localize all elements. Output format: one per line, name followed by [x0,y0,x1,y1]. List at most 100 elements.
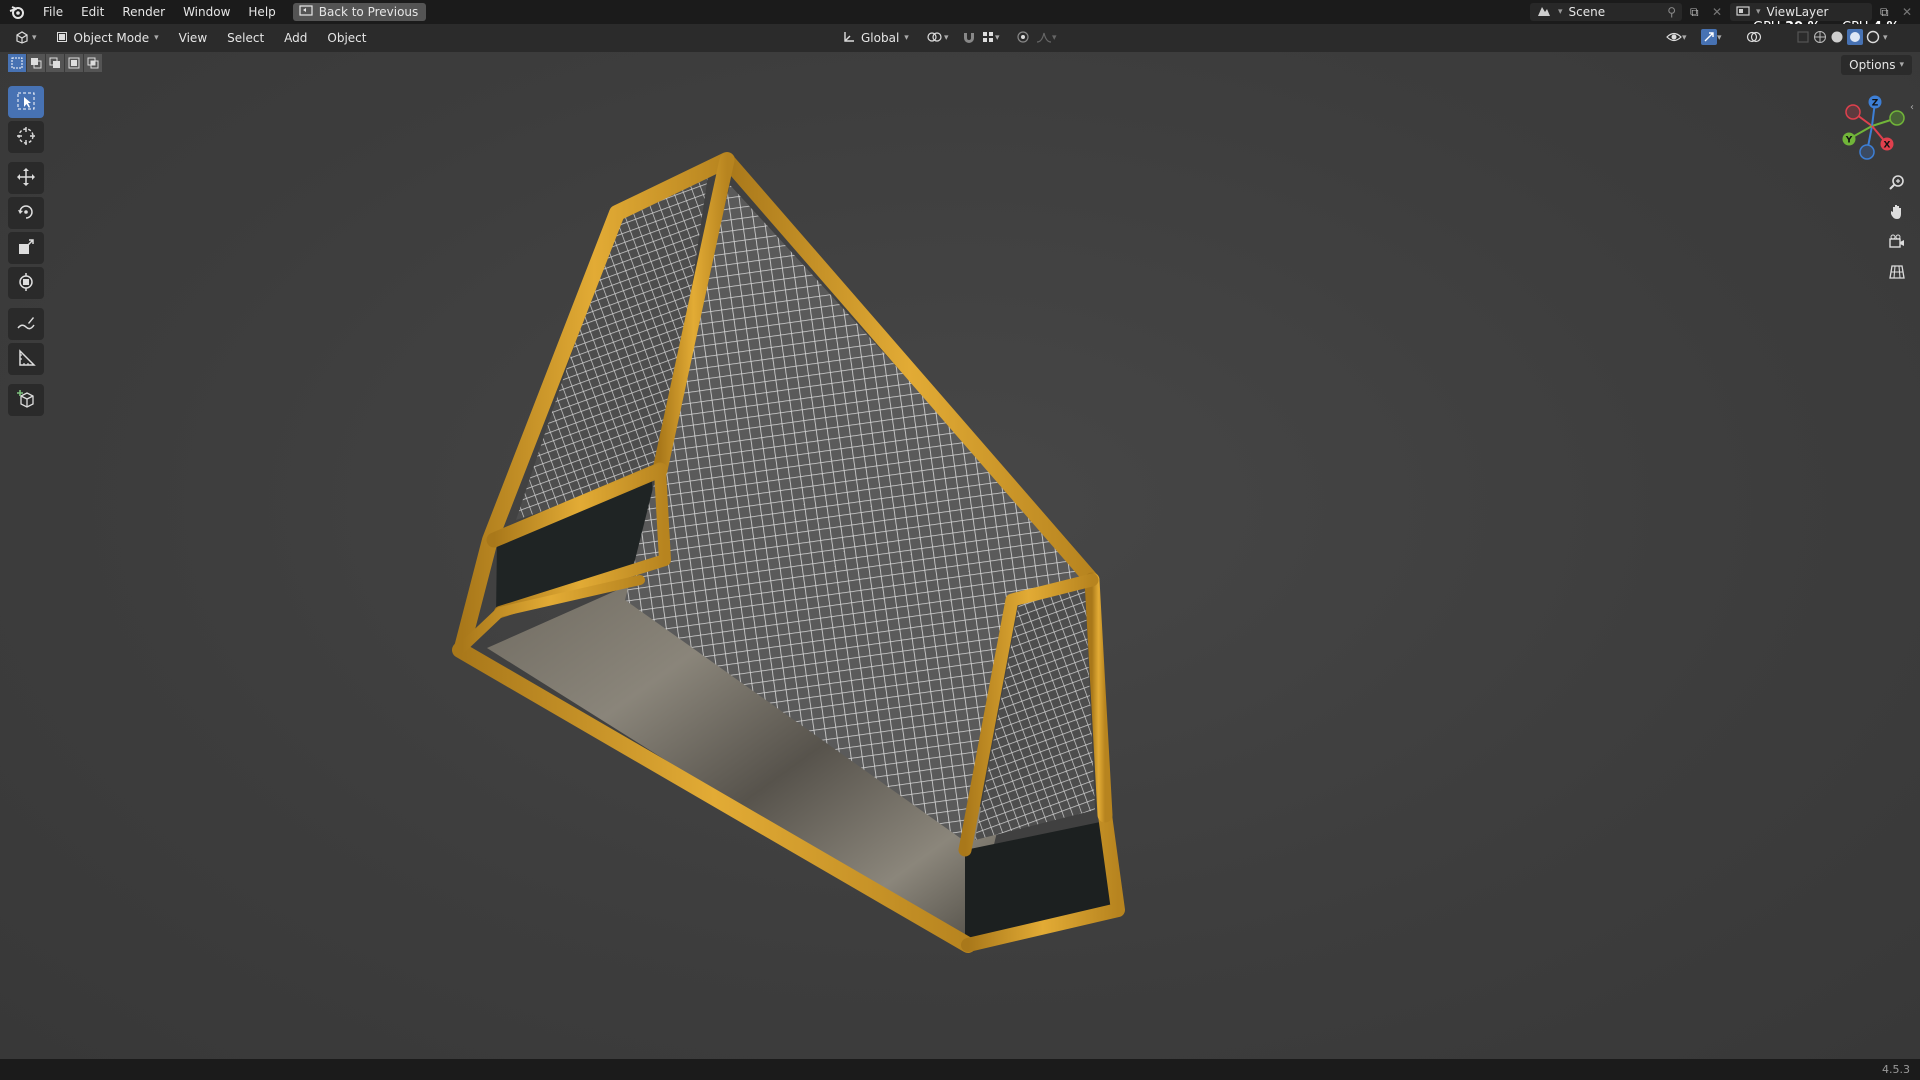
wireframe-shading-icon[interactable] [1813,30,1827,47]
gizmo-toggle[interactable]: ▾ [1695,28,1728,48]
select-box-icon [16,91,36,114]
overlays-toggle[interactable] [1740,28,1768,48]
gizmo-dropdown-icon: ▾ [1717,33,1722,43]
menu-add[interactable]: Add [278,28,313,48]
editor-type-button[interactable]: ▾ [8,28,43,48]
menu-select[interactable]: Select [221,28,270,48]
pin-icon[interactable]: ⚲ [1667,5,1676,19]
annotate-tool[interactable] [8,308,44,340]
menu-render[interactable]: Render [113,0,174,24]
view-layer-icon [1736,5,1750,20]
menu-window[interactable]: Window [174,0,239,24]
pivot-icon [926,30,944,47]
3d-viewport[interactable] [0,52,1920,1059]
pivot-dropdown-icon: ▾ [944,33,949,43]
rotate-icon [16,202,36,225]
top-menu-bar: File Edit Render Window Help Back to Pre… [0,0,1920,24]
visibility-dropdown-icon: ▾ [1682,33,1687,43]
new-view-layer-icon[interactable]: ⧉ [1880,5,1902,20]
delete-view-layer-icon[interactable]: ✕ [1902,5,1920,19]
gizmo-icon [1701,28,1717,48]
options-dropdown-icon: ▾ [1899,60,1904,70]
pivot-point-selector[interactable]: ▾ [920,28,955,48]
pan-button[interactable] [1884,200,1910,226]
3d-viewport-icon [14,30,32,47]
xray-icon[interactable] [1796,30,1810,47]
back-to-previous-button[interactable]: Back to Previous [292,3,427,21]
orientation-axes-icon [842,30,856,47]
rendered-shading-icon[interactable] [1866,30,1880,47]
falloff-dropdown-icon: ▾ [1052,33,1057,43]
shading-modes: ▾ [1790,28,1894,48]
back-to-previous-label: Back to Previous [318,5,419,19]
soccer-goal-model[interactable] [0,52,1920,1059]
cursor-tool[interactable] [8,121,44,153]
material-preview-icon[interactable] [1847,28,1863,48]
visibility-selector[interactable]: ▾ [1660,28,1693,48]
scene-name: Scene [1568,5,1606,19]
proportional-editing-icon [1016,30,1030,47]
menu-view[interactable]: View [173,28,213,48]
select-extend-icon[interactable] [27,54,45,72]
measure-tool[interactable] [8,343,44,375]
viewport-header: ▾ Object Mode ▾ View Select Add Object G… [0,24,1920,52]
select-new-icon[interactable] [8,54,26,72]
select-box-tool[interactable] [8,86,44,118]
shading-dropdown-icon[interactable]: ▾ [1883,33,1888,43]
options-dropdown[interactable]: Options ▾ [1841,55,1912,75]
overlays-icon [1746,30,1762,47]
camera-icon [1888,233,1906,254]
scene-selector[interactable]: ▾ Scene ⚲ [1530,3,1682,21]
zoom-button[interactable] [1884,170,1910,196]
eye-icon [1666,30,1682,47]
move-tool[interactable] [8,162,44,194]
hand-icon [1888,203,1906,224]
transform-tool[interactable] [8,267,44,299]
select-intersect-icon[interactable] [84,54,102,72]
status-bar: 4.5.3 [0,1059,1920,1080]
navigation-gizmo[interactable]: Z Y X [1832,92,1912,172]
version-label: 4.5.3 [1882,1063,1910,1076]
selection-mode-buttons [8,54,102,74]
falloff-selector[interactable]: ▾ [1030,28,1063,48]
menu-help[interactable]: Help [239,0,284,24]
add-cube-tool[interactable] [8,384,44,416]
camera-view-button[interactable] [1884,230,1910,256]
view-layer-selector[interactable]: ▾ ViewLayer [1730,3,1872,21]
view-layer-name: ViewLayer [1766,5,1829,19]
mode-selector[interactable]: Object Mode ▾ [48,28,165,48]
menu-file[interactable]: File [34,0,72,24]
solid-shading-icon[interactable] [1830,30,1844,47]
scale-icon [16,237,36,260]
zoom-magnifier-icon [1888,173,1906,194]
mode-dropdown-icon: ▾ [154,33,159,43]
grid-perspective-icon [1888,263,1906,284]
scale-tool[interactable] [8,232,44,264]
delete-scene-icon[interactable]: ✕ [1712,5,1730,19]
svg-text:X: X [1884,141,1891,151]
select-subtract-icon[interactable] [46,54,64,72]
collapse-sidebar-icon[interactable]: ‹ [1910,102,1914,113]
view-layer-dropdown-icon: ▾ [1756,7,1761,17]
transform-orientation-selector[interactable]: Global ▾ [836,28,915,48]
scene-dropdown-icon: ▾ [1558,7,1563,17]
snap-dropdown-icon: ▾ [995,33,1000,43]
cursor-icon [16,126,36,149]
orientation-label: Global [861,31,900,45]
menu-object[interactable]: Object [321,28,372,48]
scene-icon [1536,4,1552,21]
select-invert-icon[interactable] [65,54,83,72]
perspective-toggle-button[interactable] [1884,260,1910,286]
svg-text:Y: Y [1845,136,1853,146]
snap-target-selector[interactable]: ▾ [975,28,1006,48]
gizmo-neg-y-icon [1889,110,1905,126]
object-mode-icon [55,30,69,47]
menu-edit[interactable]: Edit [72,0,113,24]
mode-label: Object Mode [73,31,150,45]
measure-icon [16,348,36,371]
options-label: Options [1849,58,1896,72]
new-scene-icon[interactable]: ⧉ [1690,5,1712,20]
annotate-icon [16,313,36,336]
rotate-tool[interactable] [8,197,44,229]
blender-logo-icon[interactable] [0,0,34,24]
